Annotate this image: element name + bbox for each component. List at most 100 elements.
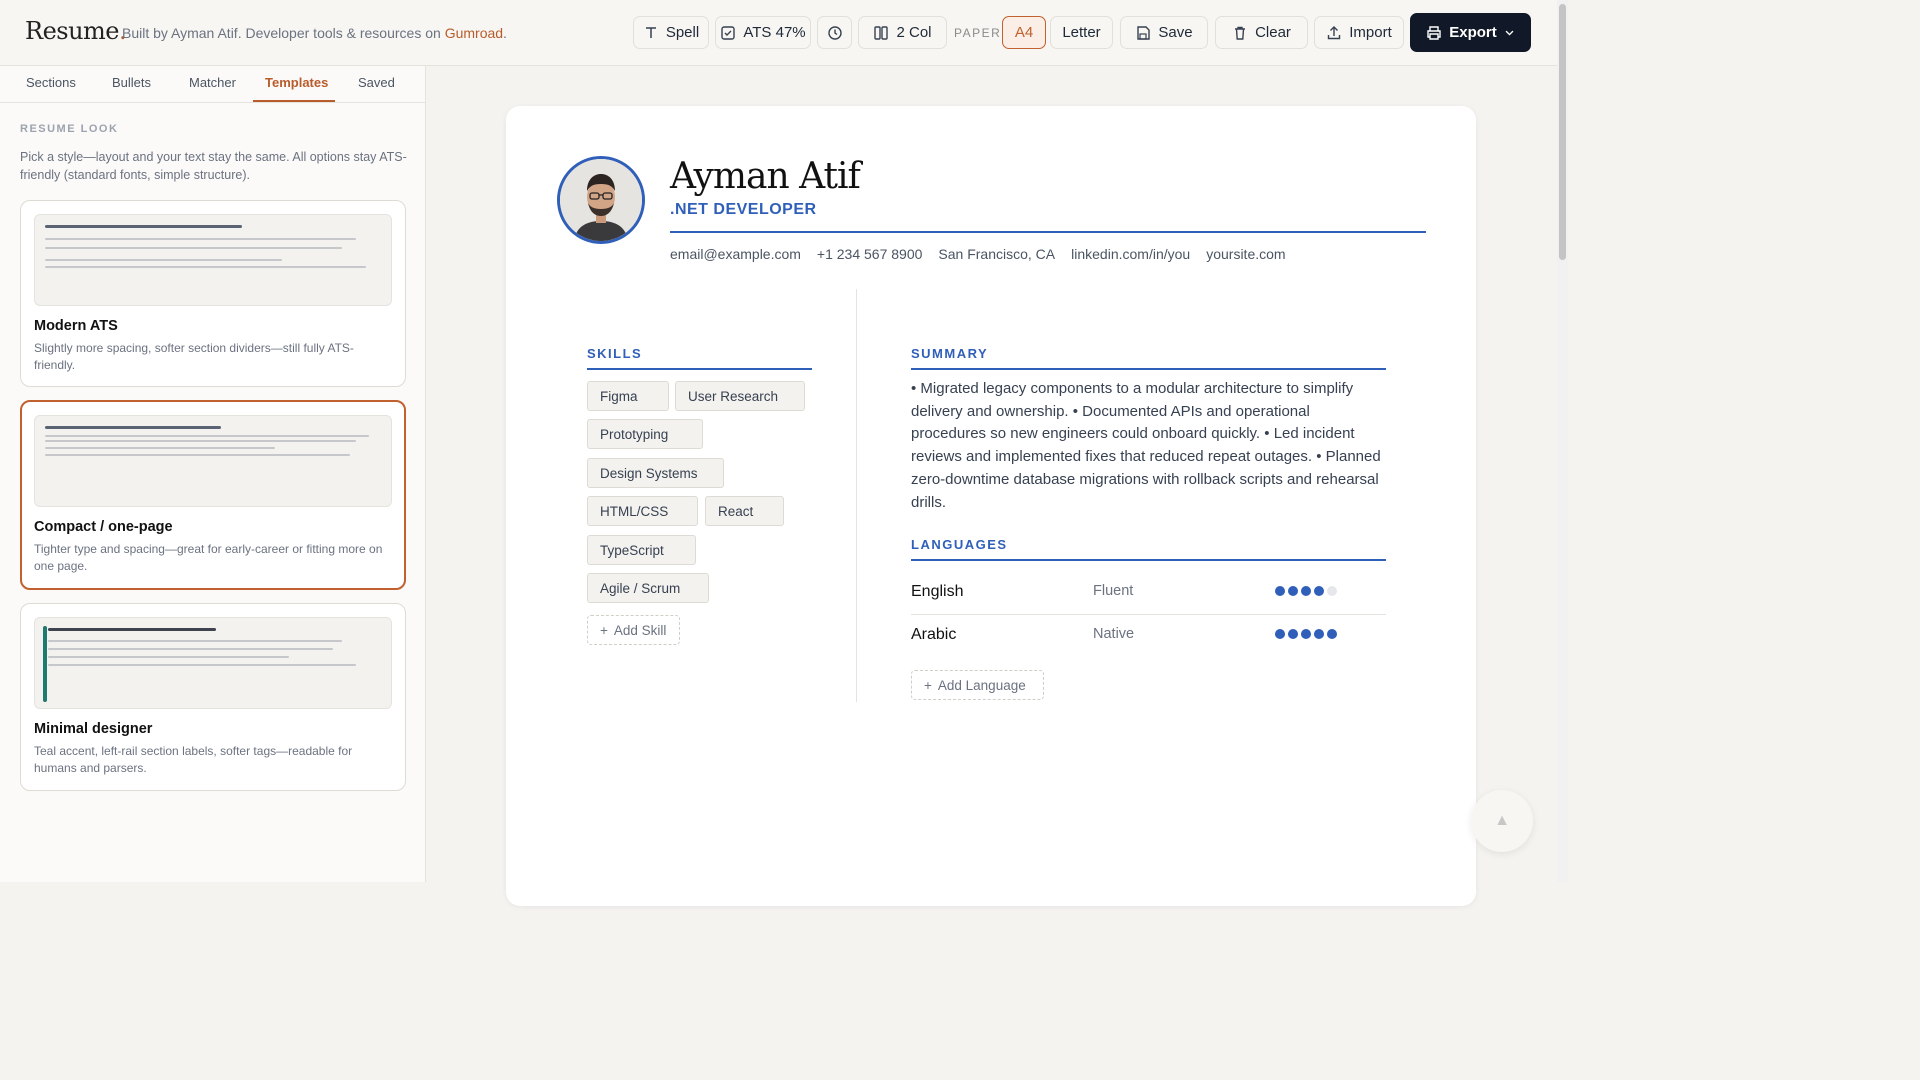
history-button[interactable] xyxy=(817,16,852,49)
rating-dot xyxy=(1275,629,1285,639)
upload-icon xyxy=(1328,25,1341,39)
app-logo[interactable]: Resume. xyxy=(25,17,127,45)
scroll-to-top-button[interactable]: ▲ xyxy=(1471,790,1533,852)
contact-website[interactable]: yoursite.com xyxy=(1206,246,1285,262)
contact-phone[interactable]: +1 234 567 8900 xyxy=(817,246,923,262)
sidebar: Sections Bullets Matcher Templates Saved… xyxy=(0,66,426,882)
tab-sections[interactable]: Sections xyxy=(26,75,76,90)
contact-email[interactable]: email@example.com xyxy=(670,246,801,262)
check-square-icon xyxy=(721,25,736,40)
language-name: English xyxy=(911,583,964,600)
rating-dot xyxy=(1288,586,1298,596)
template-thumbnail xyxy=(34,415,392,507)
rating-dot xyxy=(1314,629,1324,639)
rating-dot xyxy=(1301,629,1311,639)
template-title: Modern ATS xyxy=(34,318,118,334)
scrollbar-thumb[interactable] xyxy=(1559,4,1566,260)
language-row[interactable]: Arabic Native xyxy=(911,614,1386,658)
import-button[interactable]: Import xyxy=(1314,16,1404,49)
template-title: Minimal designer xyxy=(34,721,153,737)
skill-chip[interactable]: Prototyping xyxy=(587,419,703,449)
rating-dot xyxy=(1314,586,1324,596)
clear-button[interactable]: Clear xyxy=(1215,16,1308,49)
template-thumbnail xyxy=(34,617,392,709)
ats-score-button[interactable]: ATS 47% xyxy=(715,16,811,49)
resume-name[interactable]: Ayman Atif xyxy=(670,156,861,197)
columns-toggle-button[interactable]: 2 Col xyxy=(858,16,947,49)
section-label: RESUME LOOK xyxy=(20,123,119,135)
skills-heading: SKILLS xyxy=(587,346,643,361)
rating-dot xyxy=(1275,586,1285,596)
arrow-up-icon: ▲ xyxy=(1494,812,1510,829)
resume-page: Ayman Atif .NET DEVELOPER email@example.… xyxy=(506,106,1476,906)
printer-icon xyxy=(1427,25,1441,40)
tab-bullets[interactable]: Bullets xyxy=(112,75,151,90)
summary-heading: SUMMARY xyxy=(911,346,989,361)
language-level: Native xyxy=(1093,626,1135,642)
contact-linkedin[interactable]: linkedin.com/in/you xyxy=(1071,246,1190,262)
language-row[interactable]: English Fluent xyxy=(911,571,1386,615)
clock-icon xyxy=(827,25,842,40)
column-divider xyxy=(856,289,857,702)
summary-divider xyxy=(911,368,1386,370)
scrollbar[interactable] xyxy=(1557,0,1568,882)
gumroad-link[interactable]: Gumroad xyxy=(445,25,503,41)
avatar[interactable] xyxy=(557,156,645,244)
paper-a4-button[interactable]: A4 xyxy=(1002,16,1046,49)
add-language-button[interactable]: + Add Language xyxy=(911,670,1044,700)
language-name: Arabic xyxy=(911,626,957,643)
template-thumbnail xyxy=(34,214,392,306)
export-button[interactable]: Export xyxy=(1410,13,1531,52)
resume-role[interactable]: .NET DEVELOPER xyxy=(670,201,817,219)
languages-divider xyxy=(911,559,1386,561)
plus-icon: + xyxy=(600,622,608,638)
template-card-minimal-designer[interactable]: Minimal designer Teal accent, left-rail … xyxy=(20,603,406,791)
rating-dot xyxy=(1327,629,1337,639)
languages-heading: LANGUAGES xyxy=(911,537,1008,552)
rating-dot xyxy=(1288,629,1298,639)
skills-divider xyxy=(587,368,812,370)
columns-icon xyxy=(874,25,889,40)
template-title: Compact / one-page xyxy=(34,519,173,535)
skill-chip[interactable]: Figma xyxy=(587,381,669,411)
top-bar: Resume. Built by Ayman Atif. Developer t… xyxy=(0,0,1568,66)
paper-letter-button[interactable]: Letter xyxy=(1050,16,1113,49)
template-card-modern-ats[interactable]: Modern ATS Slightly more spacing, softer… xyxy=(20,200,406,387)
rating-dot xyxy=(1301,586,1311,596)
spell-button[interactable]: Spell xyxy=(633,16,709,49)
tab-saved[interactable]: Saved xyxy=(358,75,395,90)
section-description: Pick a style—layout and your text stay t… xyxy=(20,150,407,182)
skill-chip[interactable]: Design Systems xyxy=(587,458,724,488)
language-rating[interactable] xyxy=(1275,629,1337,639)
rating-dot xyxy=(1327,586,1337,596)
tab-matcher[interactable]: Matcher xyxy=(189,75,236,90)
text-icon xyxy=(645,26,656,38)
save-icon xyxy=(1137,25,1151,40)
save-button[interactable]: Save xyxy=(1120,16,1208,49)
skill-chip[interactable]: Agile / Scrum xyxy=(587,573,709,603)
active-tab-indicator xyxy=(253,100,335,102)
skill-chip[interactable]: HTML/CSS xyxy=(587,496,698,526)
chevron-down-icon xyxy=(1505,30,1514,36)
sidebar-tabs: Sections Bullets Matcher Templates Saved xyxy=(0,66,425,103)
contact-location[interactable]: San Francisco, CA xyxy=(938,246,1055,262)
template-card-compact-one-page[interactable]: Compact / one-page Tighter type and spac… xyxy=(20,400,406,590)
skill-chip[interactable]: User Research xyxy=(675,381,805,411)
template-description: Teal accent, left-rail section labels, s… xyxy=(34,744,353,775)
template-description: Tighter type and spacing—great for early… xyxy=(34,542,383,573)
preview-area: Ayman Atif .NET DEVELOPER email@example.… xyxy=(426,66,1556,906)
plus-icon: + xyxy=(924,677,932,693)
contact-list: email@example.com +1 234 567 8900 San Fr… xyxy=(670,246,1286,262)
header-divider xyxy=(670,231,1426,233)
language-level: Fluent xyxy=(1093,583,1134,599)
skill-chip[interactable]: React xyxy=(705,496,784,526)
skill-chip[interactable]: TypeScript xyxy=(587,535,696,565)
summary-text[interactable]: • Migrated legacy components to a modula… xyxy=(911,378,1389,514)
paper-label: PAPER xyxy=(954,26,1002,40)
language-rating[interactable] xyxy=(1275,586,1337,596)
profile-photo xyxy=(560,159,642,241)
tab-templates[interactable]: Templates xyxy=(265,75,328,90)
tagline: Built by Ayman Atif. Developer tools & r… xyxy=(122,25,507,41)
template-description: Slightly more spacing, softer section di… xyxy=(34,341,354,372)
add-skill-button[interactable]: + Add Skill xyxy=(587,615,680,645)
